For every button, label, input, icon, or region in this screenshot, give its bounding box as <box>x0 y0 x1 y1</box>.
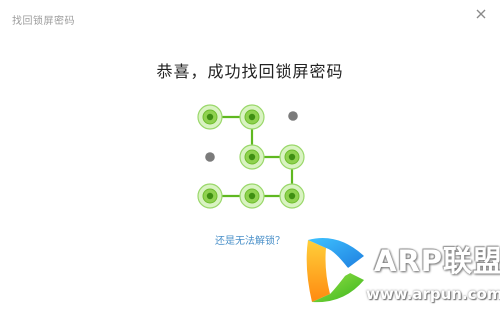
watermark-title: ARP联盟 <box>374 244 500 278</box>
pattern-node-r3c3 <box>279 183 305 209</box>
pattern-dot-r2c1 <box>205 152 215 162</box>
pattern-node-r1c1 <box>197 104 223 130</box>
dialog-window: 找回锁屏密码 恭喜，成功找回锁屏密码 还是无法解锁？ ARP联盟 www.arp… <box>0 0 500 319</box>
watermark-url: www.arpun.com <box>366 285 500 303</box>
play-logo-icon <box>306 238 364 303</box>
pattern-node-r2c2 <box>239 144 265 170</box>
pattern-node-r1c2 <box>239 104 265 130</box>
pattern-node-r3c2 <box>239 183 265 209</box>
arp-watermark: ARP联盟 www.arpun.com <box>300 228 500 319</box>
pattern-dot-r1c3 <box>288 111 298 121</box>
pattern-node-r2c3 <box>279 144 305 170</box>
pattern-node-r3c1 <box>197 183 223 209</box>
